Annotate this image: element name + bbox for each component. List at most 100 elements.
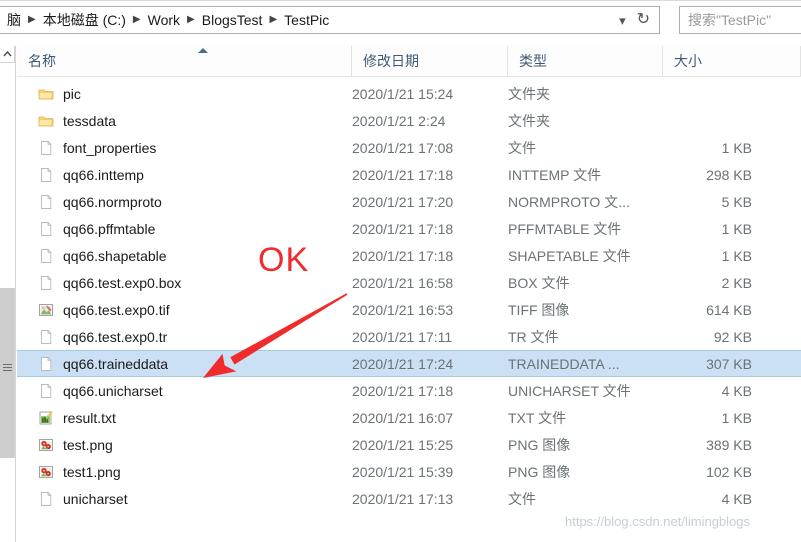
file-name-label: pic [63,85,81,102]
file-date-cell: 2020/1/21 17:18 [352,382,454,399]
file-date-cell: 2020/1/21 16:07 [352,409,454,426]
file-type-cell: 文件夹 [508,112,550,129]
file-name-cell[interactable]: qq66.normproto [17,188,162,215]
column-header-label: 修改日期 [363,53,419,69]
navigation-pane-scrollbar[interactable] [0,46,16,542]
file-size-cell: 1 KB [721,139,752,156]
file-type-cell: INTTEMP 文件 [508,166,602,183]
top-divider [0,0,801,1]
file-name-cell[interactable]: qq66.inttemp [17,161,144,188]
file-name-cell[interactable]: test.png [17,431,113,458]
file-name-cell[interactable]: unicharset [17,485,128,512]
tiff-image-icon [39,303,53,316]
file-date-cell: 2020/1/21 16:53 [352,301,454,318]
png-image-icon [39,465,53,478]
scrollbar-thumb[interactable] [0,288,15,458]
file-size-cell: 5 KB [721,193,752,210]
breadcrumb-item-3[interactable]: BlogsTest [199,9,266,31]
table-row[interactable]: font_properties 2020/1/21 17:08 文件 1 KB [17,134,801,161]
file-icon-wrapper [38,275,54,291]
file-icon-wrapper [38,302,54,318]
file-name-cell[interactable]: test1.png [17,458,121,485]
file-list[interactable]: pic 2020/1/21 15:24 文件夹 tessdata 2020/1/21 2… [17,78,801,542]
table-row[interactable]: qq66.unicharset 2020/1/21 17:18 UNICHARSET… [17,377,801,404]
file-size-cell: 298 KB [706,166,752,183]
breadcrumb-item-2[interactable]: Work [145,9,183,31]
table-row[interactable]: pic 2020/1/21 15:24 文件夹 [17,80,801,107]
file-name-cell[interactable]: font_properties [17,134,156,161]
column-header-size[interactable]: 大小 [663,46,801,76]
file-size-cell: 389 KB [706,436,752,453]
column-header-label: 名称 [28,53,56,69]
file-icon-wrapper [38,194,54,210]
refresh-icon[interactable]: ↻ [635,12,652,28]
breadcrumb-item-1[interactable]: 本地磁盘 (C:) [40,9,129,31]
file-name-cell[interactable]: qq66.test.exp0.tif [17,296,170,323]
table-row[interactable]: test.png 2020/1/21 15:25 PNG 图像 389 KB [17,431,801,458]
file-name-cell[interactable]: qq66.pffmtable [17,215,155,242]
file-size-cell: 4 KB [721,490,752,507]
chevron-up-icon[interactable] [0,46,15,63]
breadcrumb-separator-icon: ▶ [269,14,278,25]
file-type-cell: 文件 [508,490,536,507]
breadcrumb-item-4[interactable]: TestPic [281,9,332,31]
table-row[interactable]: result.txt 2020/1/21 16:07 TXT 文件 1 KB [17,404,801,431]
column-header-name[interactable]: 名称 [17,46,352,76]
file-name-cell[interactable]: result.txt [17,404,116,431]
table-row[interactable]: qq66.test.exp0.tif 2020/1/21 16:53 TIFF 图像… [17,296,801,323]
file-name-cell[interactable]: qq66.unicharset [17,377,163,404]
sort-ascending-icon [198,48,208,53]
file-name-label: result.txt [63,409,116,426]
search-input-placeholder[interactable]: 搜索"TestPic" [688,10,771,30]
breadcrumb[interactable]: 脑 ▶ 本地磁盘 (C:) ▶ Work ▶ BlogsTest ▶ TestPic [0,7,610,33]
file-name-cell[interactable]: tessdata [17,107,116,134]
breadcrumb-item-0[interactable]: 脑 [4,9,24,31]
table-row[interactable]: tessdata 2020/1/21 2:24 文件夹 [17,107,801,134]
file-name-cell[interactable]: qq66.shapetable [17,242,167,269]
file-date-cell: 2020/1/21 17:24 [352,355,454,372]
column-header-date[interactable]: 修改日期 [352,46,508,76]
file-explorer-window: 脑 ▶ 本地磁盘 (C:) ▶ Work ▶ BlogsTest ▶ TestPic ▾ ↻ 搜… [0,0,801,542]
search-box[interactable]: 搜索"TestPic" [679,6,801,34]
address-bar[interactable]: 脑 ▶ 本地磁盘 (C:) ▶ Work ▶ BlogsTest ▶ TestPic ▾ ↻ [0,6,660,34]
file-name-cell[interactable]: qq66.test.exp0.tr [17,323,167,350]
file-icon-wrapper [38,410,54,426]
file-icon-wrapper [38,167,54,183]
table-row[interactable]: qq66.test.exp0.tr 2020/1/21 17:11 TR 文件 92 … [17,323,801,350]
column-header-type[interactable]: 类型 [508,46,663,76]
file-date-cell: 2020/1/21 17:18 [352,166,454,183]
file-date-cell: 2020/1/21 17:18 [352,247,454,264]
file-icon-wrapper [38,491,54,507]
file-name-cell[interactable]: qq66.traineddata [17,351,168,376]
table-row[interactable]: test1.png 2020/1/21 15:39 PNG 图像 102 KB [17,458,801,485]
table-row[interactable]: qq66.traineddata 2020/1/21 17:24 TRAINEDDA… [17,350,801,377]
chevron-down-icon[interactable]: ▾ [610,14,635,27]
watermark-text: https://blog.csdn.net/limingblogs [565,514,750,529]
file-name-label: tessdata [63,112,116,129]
table-row[interactable]: qq66.normproto 2020/1/21 17:20 NORMPROTO 文… [17,188,801,215]
file-name-cell[interactable]: qq66.test.exp0.box [17,269,181,296]
file-type-cell: PNG 图像 [508,463,571,480]
file-size-cell: 102 KB [706,463,752,480]
table-row[interactable]: qq66.shapetable 2020/1/21 17:18 SHAPETABLE… [17,242,801,269]
generic-file-icon [41,275,52,290]
png-image-icon [39,438,53,451]
table-row[interactable]: qq66.inttemp 2020/1/21 17:18 INTTEMP 文件 298… [17,161,801,188]
generic-file-icon [41,194,52,209]
table-row[interactable]: qq66.pffmtable 2020/1/21 17:18 PFFMTABLE 文… [17,215,801,242]
table-row[interactable]: unicharset 2020/1/21 17:13 文件 4 KB [17,485,801,512]
file-size-cell: 307 KB [706,355,752,372]
file-name-cell[interactable]: pic [17,80,81,107]
file-type-cell: BOX 文件 [508,274,570,291]
generic-file-icon [41,383,52,398]
file-icon-wrapper [38,437,54,453]
folder-icon [38,116,54,126]
breadcrumb-separator-icon: ▶ [132,14,141,25]
file-size-cell [597,80,752,107]
column-header-label: 类型 [519,53,547,69]
scrollbar-grip-icon [3,364,12,372]
file-size-cell: 4 KB [721,382,752,399]
table-row[interactable]: qq66.test.exp0.box 2020/1/21 16:58 BOX 文件 2… [17,269,801,296]
file-name-label: test.png [63,436,113,453]
column-header-label: 大小 [674,53,702,69]
